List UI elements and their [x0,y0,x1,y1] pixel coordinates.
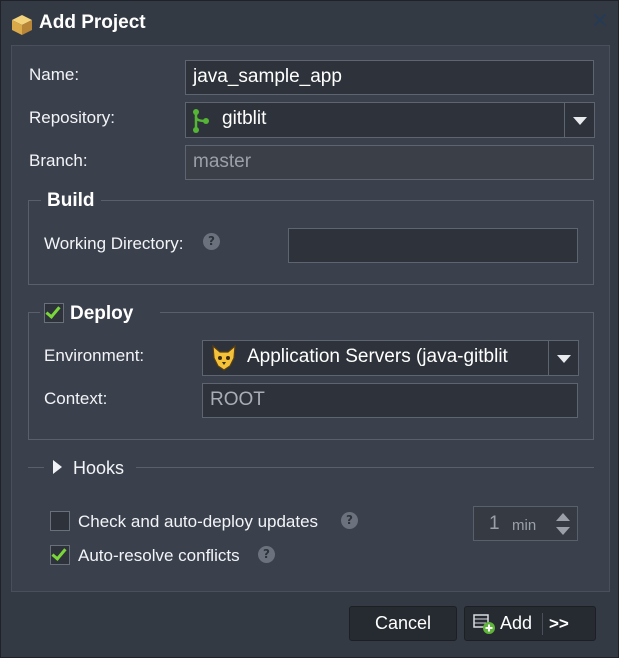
auto-resolve-label[interactable]: Auto-resolve conflicts [78,546,240,566]
close-icon[interactable]: ✕ [590,11,610,33]
auto-deploy-checkbox[interactable] [50,511,70,531]
git-branch-icon [193,109,209,133]
add-node-icon [473,614,495,634]
hooks-toggle[interactable]: Hooks [73,458,124,479]
deploy-legend: Deploy [70,303,134,325]
working-directory-input[interactable] [288,228,578,263]
chevron-down-icon [573,117,587,125]
package-icon [12,15,32,35]
branch-input[interactable]: master [185,145,594,180]
deploy-checkbox[interactable] [44,303,64,323]
interval-unit: min [512,517,537,534]
cancel-button[interactable]: Cancel [349,606,457,641]
help-icon[interactable]: ? [341,512,358,529]
environment-select[interactable]: Application Servers (java-gitblit [202,340,549,376]
name-input[interactable]: java_sample_app [185,60,594,95]
add-more-arrow[interactable]: >> [549,607,569,640]
context-label: Context: [44,389,108,408]
check-icon [51,545,67,561]
repository-value: gitblit [222,108,267,129]
chevron-down-icon [557,355,571,363]
dialog-content: Name: java_sample_app Repository: gitbli… [11,45,610,592]
expand-arrow-icon[interactable] [53,460,62,474]
chevron-up-icon[interactable] [556,513,570,521]
repository-select[interactable]: gitblit [185,102,565,138]
auto-resolve-checkbox[interactable] [50,545,70,565]
dialog-titlebar[interactable]: Add Project ✕ [1,1,618,45]
deploy-section [28,312,594,440]
context-input[interactable]: ROOT [202,383,578,418]
cancel-button-label: Cancel [374,613,432,633]
help-icon[interactable]: ? [203,233,220,250]
dialog-title: Add Project [39,12,146,33]
working-directory-label: Working Directory: [44,234,184,253]
branch-label: Branch: [29,151,88,170]
add-project-dialog: Add Project ✕ Name: java_sample_app Repo… [0,0,619,658]
add-button-label: Add [500,613,533,633]
help-icon[interactable]: ? [258,546,275,563]
name-label: Name: [29,65,80,84]
auto-deploy-label[interactable]: Check and auto-deploy updates [78,512,318,532]
tomcat-icon [212,344,236,371]
chevron-down-icon[interactable] [556,527,570,535]
interval-stepper[interactable]: 1 min [473,506,578,541]
check-icon [45,303,61,319]
repository-label: Repository: [29,108,115,127]
environment-dropdown-button[interactable] [549,340,579,376]
interval-value: 1 [489,513,500,534]
environment-value: Application Servers (java-gitblit [247,346,508,367]
add-button[interactable]: Add >> [464,606,596,641]
build-legend: Build [41,190,101,212]
repository-dropdown-button[interactable] [565,102,595,138]
environment-label: Environment: [44,346,145,365]
